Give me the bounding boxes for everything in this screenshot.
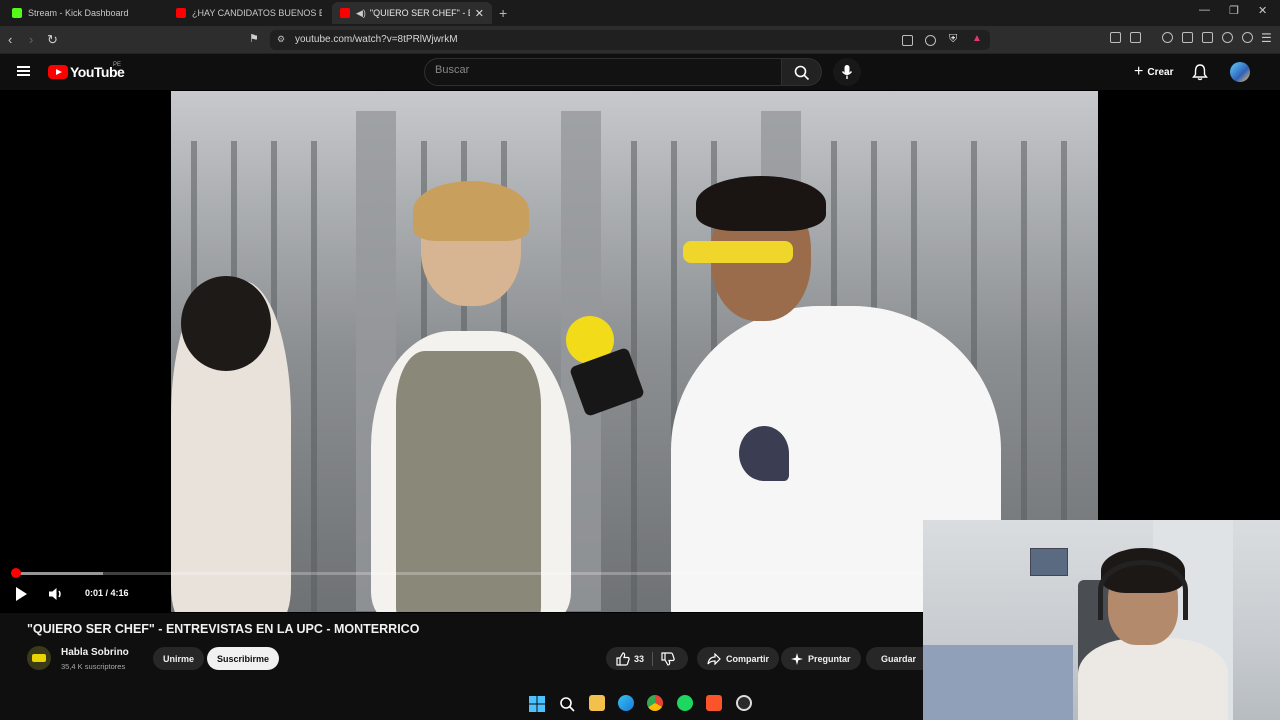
ask-button[interactable]: Preguntar xyxy=(781,647,861,670)
close-window-icon[interactable]: ✕ xyxy=(1258,4,1267,17)
cast-icon[interactable] xyxy=(902,35,913,46)
search-box[interactable] xyxy=(424,58,782,86)
back-icon[interactable]: ‹ xyxy=(8,32,12,47)
sidebar-icon[interactable] xyxy=(1182,32,1193,43)
obs-icon[interactable] xyxy=(736,695,752,711)
time-display: 0:01 / 4:16 xyxy=(85,588,129,598)
country-code: PE xyxy=(113,62,122,68)
close-tab-icon[interactable]: ✕ xyxy=(475,7,484,20)
brave-rewards-icon[interactable]: ▲ xyxy=(972,33,982,44)
create-label: Crear xyxy=(1147,66,1174,78)
scrubber-handle[interactable] xyxy=(11,568,21,578)
wallet-icon[interactable] xyxy=(1202,32,1213,43)
leo-ai-icon[interactable] xyxy=(1222,32,1233,43)
interviewee-hair xyxy=(413,181,529,241)
windows-taskbar xyxy=(0,690,923,720)
share-button[interactable]: Compartir xyxy=(697,647,780,670)
menu-icon[interactable]: ☰ xyxy=(1261,31,1272,45)
like-count: 33 xyxy=(634,653,645,664)
file-explorer-icon[interactable] xyxy=(589,695,605,711)
fence-bar xyxy=(311,141,317,612)
share-icon[interactable] xyxy=(925,35,936,46)
save-label: Guardar xyxy=(881,653,917,664)
forward-icon[interactable]: › xyxy=(29,32,33,47)
yellow-sunglasses xyxy=(683,241,793,263)
voice-search-button[interactable] xyxy=(833,58,861,86)
search-icon xyxy=(794,65,810,81)
like-dislike-group: 33 xyxy=(606,647,688,670)
interviewer-hair xyxy=(696,176,826,231)
webcam-overlay xyxy=(923,520,1280,720)
subscribe-button[interactable]: Suscribirme xyxy=(207,647,280,670)
windows-start-icon[interactable] xyxy=(529,696,545,712)
media-icon[interactable] xyxy=(1162,32,1173,43)
youtube-icon xyxy=(176,8,186,18)
tab-quiero-ser-chef[interactable]: ◀) "QUIERO SER CHEF" - ENTREVISTAS ✕ xyxy=(332,2,492,24)
passerby-hair xyxy=(181,276,271,371)
extension-puzzle-icon[interactable] xyxy=(1110,32,1121,43)
youtube-header: YouTube PE + Crear xyxy=(0,54,1280,90)
video-title: "QUIERO SER CHEF" - ENTREVISTAS EN LA UP… xyxy=(27,622,420,636)
tab-candidatos[interactable]: ¿HAY CANDIDATOS BUENOS EN PERÚ xyxy=(168,2,330,24)
chrome-icon[interactable] xyxy=(647,695,663,711)
search-button[interactable] xyxy=(782,58,822,86)
browser-tab-bar: Stream - Kick Dashboard ¿HAY CANDIDATOS … xyxy=(0,0,1280,26)
vpn-icon[interactable] xyxy=(1242,32,1253,43)
progress-bar[interactable] xyxy=(11,568,923,578)
share-arrow-icon xyxy=(707,652,721,665)
restore-icon[interactable]: ❐ xyxy=(1229,4,1239,17)
shirt-heart-graphic xyxy=(739,426,789,481)
minimize-icon[interactable]: — xyxy=(1199,4,1210,16)
tab-kick-dashboard[interactable]: Stream - Kick Dashboard xyxy=(4,2,166,24)
progress-buffered xyxy=(12,572,104,575)
webcam-headset xyxy=(1098,560,1188,620)
tab-label: Stream - Kick Dashboard xyxy=(28,8,129,18)
play-icon[interactable] xyxy=(14,586,28,602)
tab-label: "QUIERO SER CHEF" - ENTREVISTAS xyxy=(369,8,470,18)
share-label: Compartir xyxy=(726,653,770,664)
plus-icon: + xyxy=(1134,63,1144,80)
guide-menu-icon[interactable] xyxy=(17,66,30,76)
channel-avatar[interactable] xyxy=(27,646,51,670)
youtube-icon xyxy=(340,8,350,18)
brave-shield-icon[interactable]: ⛨ xyxy=(949,33,957,46)
reload-icon[interactable]: ↻ xyxy=(47,32,58,48)
url-field[interactable]: ⚙ youtube.com/watch?v=8tPRlWjwrkM ⛨ ▲ xyxy=(270,30,990,50)
webcam-wall-poster xyxy=(1030,548,1068,576)
microphone-icon xyxy=(841,65,853,79)
save-button[interactable]: Guardar xyxy=(866,647,923,670)
search-icon[interactable] xyxy=(559,696,575,712)
volume-icon[interactable] xyxy=(48,586,64,602)
dislike-icon[interactable] xyxy=(661,651,675,666)
site-info-icon[interactable]: ⚙ xyxy=(277,34,285,45)
ask-label: Preguntar xyxy=(808,653,851,664)
new-tab-button[interactable]: + xyxy=(499,5,507,21)
edge-icon[interactable] xyxy=(618,695,634,711)
extension-icon[interactable] xyxy=(1130,32,1141,43)
bookmark-icon[interactable]: ⚑ xyxy=(249,32,259,45)
tab-label: ¿HAY CANDIDATOS BUENOS EN PERÚ xyxy=(192,8,322,18)
youtube-logo-icon[interactable] xyxy=(48,65,68,79)
subscriber-count: 35,4 K suscriptores xyxy=(61,662,126,671)
account-avatar[interactable] xyxy=(1230,62,1250,82)
audio-playing-icon[interactable]: ◀) xyxy=(356,8,366,19)
webcam-bed xyxy=(923,645,1073,720)
webcam-streamer-body xyxy=(1078,638,1228,720)
address-bar: ‹ › ↻ ⚑ ⚙ youtube.com/watch?v=8tPRlWjwrk… xyxy=(0,26,1280,54)
search-input[interactable] xyxy=(435,64,765,76)
brave-icon[interactable] xyxy=(706,695,722,711)
create-button[interactable]: + Crear xyxy=(1124,59,1183,85)
channel-name[interactable]: Habla Sobrino xyxy=(61,647,129,658)
notifications-bell-icon[interactable] xyxy=(1192,64,1208,81)
spotify-icon[interactable] xyxy=(677,695,693,711)
kick-icon xyxy=(12,8,22,18)
join-button[interactable]: Unirme xyxy=(153,647,205,670)
like-icon[interactable] xyxy=(616,651,630,666)
like-divider xyxy=(652,651,654,666)
url-text: youtube.com/watch?v=8tPRlWjwrkM xyxy=(295,34,458,45)
sparkle-icon xyxy=(791,652,803,665)
